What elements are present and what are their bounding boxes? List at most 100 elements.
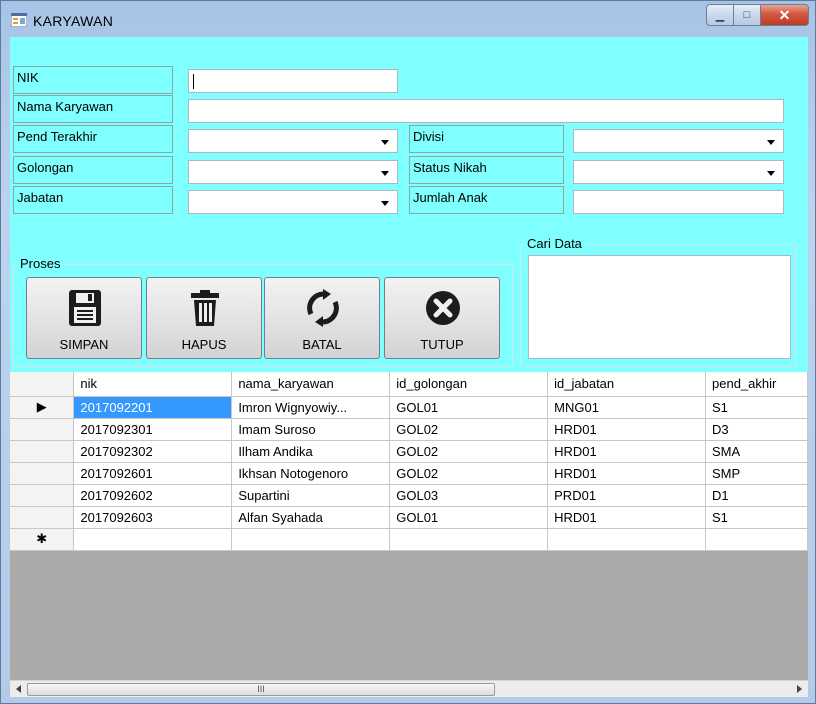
trash-icon [191, 290, 219, 326]
table-cell[interactable]: GOL01 [389, 396, 549, 419]
scroll-right-icon[interactable] [797, 685, 802, 693]
row-header[interactable] [10, 506, 75, 529]
pend-terakhir-select[interactable] [188, 129, 398, 153]
table-cell[interactable]: Alfan Syahada [231, 506, 391, 529]
save-icon [69, 290, 101, 326]
column-header-id-jabatan[interactable]: id_jabatan [547, 372, 707, 397]
table-cell[interactable]: Ikhsan Notogenoro [231, 462, 391, 485]
batal-button[interactable]: BATAL [264, 277, 380, 359]
column-header-nik[interactable]: nik [73, 372, 233, 397]
jabatan-select[interactable] [188, 190, 398, 214]
cari-data-legend: Cari Data [524, 236, 585, 251]
row-header[interactable] [10, 418, 75, 441]
divisi-select[interactable] [573, 129, 784, 153]
close-button[interactable]: ✕ [761, 4, 809, 26]
scroll-left-icon[interactable] [16, 685, 21, 693]
new-row[interactable]: ✱ [10, 528, 808, 551]
close-icon: ✕ [778, 6, 791, 23]
table-cell[interactable]: 2017092302 [73, 440, 233, 463]
hapus-button[interactable]: HAPUS [146, 277, 262, 359]
table-row[interactable]: ▶ 2017092201 Imron Wignyowiy... GOL01 MN… [10, 396, 808, 419]
current-row-indicator-icon[interactable]: ▶ [10, 396, 75, 419]
table-cell[interactable]: GOL02 [389, 440, 549, 463]
divisi-label: Divisi [409, 125, 564, 153]
table-cell[interactable]: HRD01 [547, 418, 707, 441]
table-cell[interactable]: 2017092603 [73, 506, 233, 529]
karyawan-datagrid[interactable]: nik nama_karyawan id_golongan id_jabatan… [10, 372, 808, 697]
caption-buttons: ▁ □ ✕ [706, 4, 809, 26]
maximize-icon: □ [743, 9, 751, 21]
dropdown-arrow-icon [381, 171, 389, 176]
table-row[interactable]: 2017092602 Supartini GOL03 PRD01 D1 [10, 484, 808, 507]
close-circle-icon [426, 291, 460, 325]
table-cell[interactable]: SMA [705, 440, 808, 463]
form-icon [11, 13, 27, 27]
table-cell[interactable]: D1 [705, 484, 808, 507]
table-cell[interactable]: SMP [705, 462, 808, 485]
table-row[interactable]: 2017092603 Alfan Syahada GOL01 HRD01 S1 [10, 506, 808, 529]
table-cell[interactable]: S1 [705, 396, 808, 419]
golongan-select[interactable] [188, 160, 398, 184]
maximize-button[interactable]: □ [734, 4, 761, 26]
table-cell[interactable]: Imron Wignyowiy... [231, 396, 391, 419]
row-header[interactable] [10, 440, 75, 463]
pend-terakhir-label: Pend Terakhir [13, 125, 173, 153]
table-cell[interactable]: Imam Suroso [231, 418, 391, 441]
table-cell[interactable] [705, 528, 808, 551]
dropdown-arrow-icon [381, 201, 389, 206]
row-header[interactable] [10, 484, 75, 507]
row-header-corner [10, 372, 75, 397]
window-title: KARYAWAN [33, 13, 114, 29]
grip-icon: III [257, 684, 265, 694]
table-row[interactable]: 2017092302 Ilham Andika GOL02 HRD01 SMA [10, 440, 808, 463]
simpan-button[interactable]: SIMPAN [26, 277, 142, 359]
dropdown-arrow-icon [767, 140, 775, 145]
jabatan-label: Jabatan [13, 186, 173, 214]
column-header-id-golongan[interactable]: id_golongan [389, 372, 549, 397]
title-bar[interactable]: KARYAWAN ▁ □ ✕ [1, 1, 815, 37]
new-row-icon[interactable]: ✱ [10, 528, 75, 551]
tutup-label: TUTUP [420, 337, 464, 352]
table-cell[interactable] [547, 528, 707, 551]
column-header-pend-akhir[interactable]: pend_akhir [705, 372, 808, 397]
nik-input[interactable] [188, 69, 398, 93]
table-cell[interactable] [73, 528, 233, 551]
minimize-button[interactable]: ▁ [706, 4, 734, 26]
jumlah-anak-input[interactable] [573, 190, 784, 214]
table-cell[interactable]: Ilham Andika [231, 440, 391, 463]
horizontal-scrollbar[interactable]: III [10, 680, 808, 697]
table-cell[interactable]: PRD01 [547, 484, 707, 507]
table-cell[interactable]: Supartini [231, 484, 391, 507]
tutup-button[interactable]: TUTUP [384, 277, 500, 359]
column-header-nama-karyawan[interactable]: nama_karyawan [231, 372, 391, 397]
table-cell[interactable] [389, 528, 549, 551]
table-cell[interactable]: 2017092201 [73, 396, 233, 419]
table-row[interactable]: 2017092601 Ikhsan Notogenoro GOL02 HRD01… [10, 462, 808, 485]
table-cell[interactable]: GOL02 [389, 462, 549, 485]
table-cell[interactable] [231, 528, 391, 551]
table-cell[interactable]: D3 [705, 418, 808, 441]
golongan-label: Golongan [13, 156, 173, 184]
cari-data-input[interactable] [528, 255, 791, 359]
refresh-icon [307, 289, 339, 327]
table-cell[interactable]: S1 [705, 506, 808, 529]
table-cell[interactable]: 2017092601 [73, 462, 233, 485]
status-nikah-select[interactable] [573, 160, 784, 184]
table-row[interactable]: 2017092301 Imam Suroso GOL02 HRD01 D3 [10, 418, 808, 441]
simpan-label: SIMPAN [59, 337, 109, 352]
table-cell[interactable]: MNG01 [547, 396, 707, 419]
minimize-icon: ▁ [715, 9, 725, 22]
jumlah-anak-label: Jumlah Anak [409, 186, 564, 214]
table-cell[interactable]: 2017092301 [73, 418, 233, 441]
table-cell[interactable]: 2017092602 [73, 484, 233, 507]
table-cell[interactable]: HRD01 [547, 440, 707, 463]
table-cell[interactable]: HRD01 [547, 462, 707, 485]
table-cell[interactable]: GOL01 [389, 506, 549, 529]
table-cell[interactable]: GOL03 [389, 484, 549, 507]
status-nikah-label: Status Nikah [409, 156, 564, 184]
table-cell[interactable]: HRD01 [547, 506, 707, 529]
nama-karyawan-input[interactable] [188, 99, 784, 123]
table-cell[interactable]: GOL02 [389, 418, 549, 441]
row-header[interactable] [10, 462, 75, 485]
scrollbar-thumb[interactable]: III [27, 683, 495, 696]
